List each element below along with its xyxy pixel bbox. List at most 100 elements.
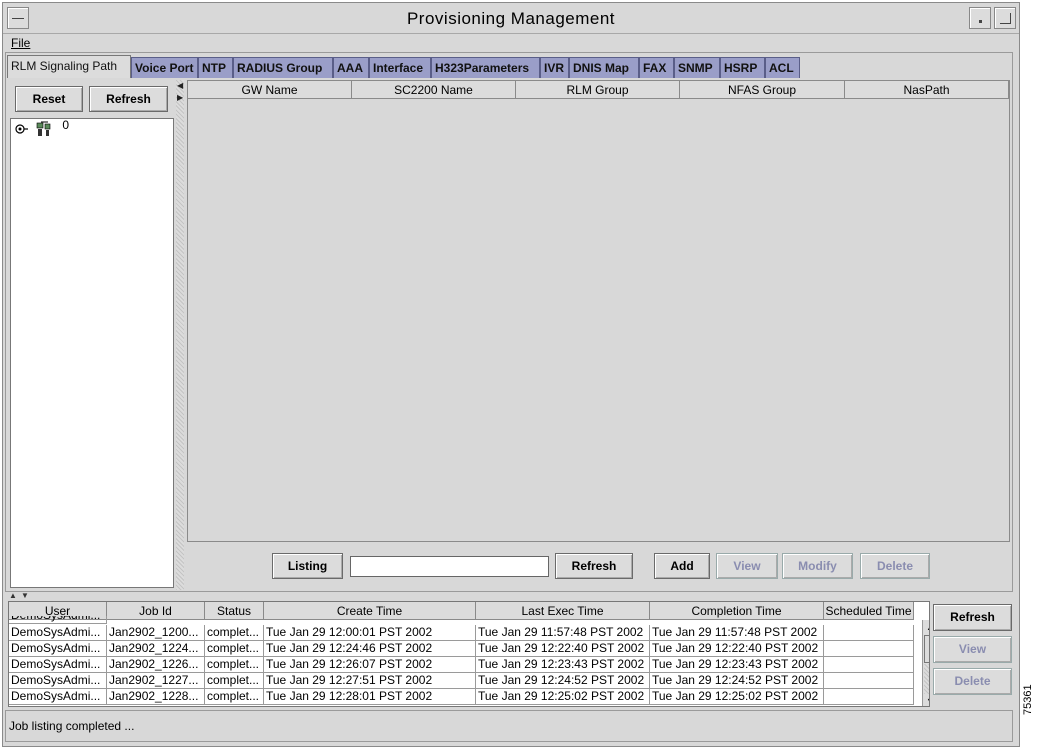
cell-create-time: Tue Jan 29 12:28:01 PST 2002 bbox=[264, 689, 476, 705]
reset-button[interactable]: Reset bbox=[15, 86, 83, 112]
tab-rlm-signaling-path[interactable]: RLM Signaling Path bbox=[7, 55, 131, 78]
device-tree[interactable]: 0 bbox=[10, 118, 174, 588]
cell-user: DemoSysAdmi... bbox=[9, 625, 107, 641]
cell-scheduled-time bbox=[824, 673, 914, 689]
collapse-left-icon[interactable]: ◀ bbox=[177, 82, 183, 90]
menu-bar: File bbox=[3, 33, 1019, 53]
tab-ivr[interactable]: IVR bbox=[540, 57, 569, 78]
cell-create-time: Tue Jan 29 12:27:51 PST 2002 bbox=[264, 673, 476, 689]
refresh-button[interactable]: Refresh bbox=[555, 553, 633, 579]
view-button[interactable]: View bbox=[716, 553, 778, 579]
cell-status: complet... bbox=[205, 657, 264, 673]
vertical-splitter[interactable]: ◀ ▶ bbox=[176, 80, 184, 590]
table-row[interactable]: DemoSysAdmi... Jan2902_1224... complet..… bbox=[9, 641, 914, 657]
maximize-button[interactable] bbox=[994, 7, 1016, 29]
tab-dnis-map[interactable]: DNIS Map bbox=[569, 57, 639, 78]
tab-acl[interactable]: ACL bbox=[765, 57, 800, 78]
expand-down-icon[interactable]: ▼ bbox=[21, 591, 29, 600]
menu-file-label: File bbox=[11, 36, 31, 50]
cell-create-time: Tue Jan 29 12:26:07 PST 2002 bbox=[264, 657, 476, 673]
delete-button[interactable]: Delete bbox=[860, 553, 930, 579]
horizontal-splitter[interactable]: ▲ ▼ bbox=[5, 591, 1013, 600]
cell-last-exec-time: Tue Jan 29 12:23:43 PST 2002 bbox=[476, 657, 650, 673]
cell-job-id: Jan2902_1226... bbox=[107, 657, 205, 673]
cell-status: complet... bbox=[205, 689, 264, 705]
table-row[interactable]: DemoSysAdmi... Jan2902_1227... complet..… bbox=[9, 673, 914, 689]
cell-last-exec-time: Tue Jan 29 12:22:40 PST 2002 bbox=[476, 641, 650, 657]
scroll-down-icon[interactable]: ▼ bbox=[923, 694, 929, 706]
column-header-gw-name[interactable]: GW Name bbox=[188, 81, 352, 99]
cell-status: complet... bbox=[205, 625, 264, 641]
minimize-button[interactable] bbox=[969, 7, 991, 29]
cell-status: complet... bbox=[205, 641, 264, 657]
expand-right-icon[interactable]: ▶ bbox=[177, 94, 183, 102]
column-header-rlm-group[interactable]: RLM Group bbox=[516, 81, 680, 99]
tab-interface[interactable]: Interface bbox=[369, 57, 431, 78]
jobs-delete-button[interactable]: Delete bbox=[933, 668, 1012, 695]
column-header-nfas-group[interactable]: NFAS Group bbox=[680, 81, 845, 99]
cell-completion-time: Tue Jan 29 12:23:43 PST 2002 bbox=[650, 657, 824, 673]
cell-scheduled-time bbox=[824, 641, 914, 657]
menu-file[interactable]: File bbox=[11, 36, 30, 50]
title-bar: Provisioning Management bbox=[3, 3, 1019, 34]
table-row[interactable]: DemoSysAdmi... Jan2902_1228... complet..… bbox=[9, 689, 914, 705]
tab-snmp[interactable]: SNMP bbox=[674, 57, 720, 78]
tab-hsrp[interactable]: HSRP bbox=[720, 57, 765, 78]
signaling-path-table[interactable]: GW Name SC2200 Name RLM Group NFAS Group… bbox=[187, 80, 1010, 542]
cell-job-id: Jan2902_1227... bbox=[107, 673, 205, 689]
listing-button[interactable]: Listing bbox=[272, 553, 343, 579]
tree-refresh-button[interactable]: Refresh bbox=[89, 86, 168, 112]
jobs-refresh-button[interactable]: Refresh bbox=[933, 604, 1012, 631]
left-pane: Reset Refresh 0 bbox=[8, 80, 175, 590]
status-bar: Job listing completed ... bbox=[5, 710, 1013, 742]
tree-expand-network-icon bbox=[15, 121, 51, 136]
cell-scheduled-time bbox=[824, 657, 914, 673]
cell-job-id: Jan2902_1228... bbox=[107, 689, 205, 705]
modify-button[interactable]: Modify bbox=[782, 553, 853, 579]
scroll-track[interactable] bbox=[924, 664, 929, 694]
column-header-naspath[interactable]: NasPath bbox=[845, 81, 1009, 99]
cell-job-id: Jan2902_1224... bbox=[107, 641, 205, 657]
listing-filter-input[interactable] bbox=[350, 556, 549, 577]
tab-ntp[interactable]: NTP bbox=[198, 57, 233, 78]
scroll-thumb[interactable] bbox=[924, 635, 929, 663]
window-title: Provisioning Management bbox=[406, 9, 616, 28]
cell-completion-time: Tue Jan 29 12:22:40 PST 2002 bbox=[650, 641, 824, 657]
collapse-up-icon[interactable]: ▲ bbox=[9, 591, 17, 600]
jobs-table[interactable]: User Job Id Status Create Time Last Exec… bbox=[8, 601, 930, 707]
add-button[interactable]: Add bbox=[654, 553, 710, 579]
table-row[interactable]: DemoSysAdmi... Jan2902_1226... complet..… bbox=[9, 657, 914, 673]
table-row[interactable]: DemoSysAdmi... Jan2902_1200... complet..… bbox=[9, 625, 914, 641]
tab-h323parameters[interactable]: H323Parameters bbox=[431, 57, 540, 78]
cell-user: DemoSysAdmi... bbox=[9, 689, 107, 705]
partial-user-cell: DemoSysAdmi... bbox=[9, 616, 107, 624]
cell-user: DemoSysAdmi... bbox=[9, 657, 107, 673]
cell-last-exec-time: Tue Jan 29 12:25:02 PST 2002 bbox=[476, 689, 650, 705]
cell-status: complet... bbox=[205, 673, 264, 689]
column-header-sc2200-name[interactable]: SC2200 Name bbox=[352, 81, 516, 99]
cell-last-exec-time: Tue Jan 29 11:57:48 PST 2002 bbox=[476, 625, 650, 641]
cell-completion-time: Tue Jan 29 11:57:48 PST 2002 bbox=[650, 625, 824, 641]
cell-scheduled-time bbox=[824, 689, 914, 705]
jobs-vertical-scrollbar[interactable]: ▲ ▼ bbox=[922, 620, 929, 706]
cell-last-exec-time: Tue Jan 29 12:24:52 PST 2002 bbox=[476, 673, 650, 689]
jobs-view-button[interactable]: View bbox=[933, 636, 1012, 663]
tab-aaa[interactable]: AAA bbox=[333, 57, 369, 78]
tree-root-label: 0 bbox=[62, 118, 70, 133]
scroll-up-icon[interactable]: ▲ bbox=[923, 620, 929, 634]
cell-scheduled-time bbox=[824, 625, 914, 641]
cell-create-time: Tue Jan 29 12:00:01 PST 2002 bbox=[264, 625, 476, 641]
cell-create-time: Tue Jan 29 12:24:46 PST 2002 bbox=[264, 641, 476, 657]
cell-user: DemoSysAdmi... bbox=[9, 673, 107, 689]
tab-fax[interactable]: FAX bbox=[639, 57, 674, 78]
cell-completion-time: Tue Jan 29 12:25:02 PST 2002 bbox=[650, 689, 824, 705]
tab-voice-port[interactable]: Voice Port bbox=[131, 57, 198, 78]
status-message: Job listing completed ... bbox=[9, 719, 135, 733]
cell-completion-time: Tue Jan 29 12:24:52 PST 2002 bbox=[650, 673, 824, 689]
tab-radius-group[interactable]: RADIUS Group bbox=[233, 57, 333, 78]
table-row-partial: DemoSysAdmi... bbox=[9, 616, 914, 624]
cell-user: DemoSysAdmi... bbox=[9, 641, 107, 657]
cell-job-id: Jan2902_1200... bbox=[107, 625, 205, 641]
figure-number: 75361 bbox=[1022, 684, 1034, 715]
tree-root-node[interactable]: 0 bbox=[15, 118, 70, 137]
